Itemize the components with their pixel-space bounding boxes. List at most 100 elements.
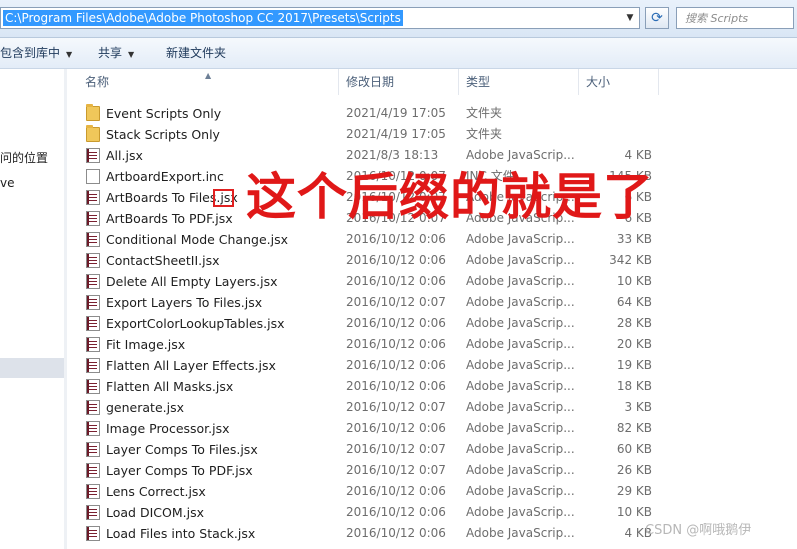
file-date: 2016/10/12 0:06 xyxy=(346,316,446,330)
search-input[interactable] xyxy=(685,10,785,26)
file-row[interactable]: ContactSheetII.jsx 2016/10/12 0:06 Adobe J… xyxy=(67,250,797,271)
share-button[interactable]: 共享 ▼ xyxy=(98,45,134,61)
search-box[interactable] xyxy=(676,7,794,29)
file-type: Adobe JavaScrip... xyxy=(466,232,575,246)
nav-item-drive[interactable]: ve xyxy=(0,174,14,192)
file-size: 64 KB xyxy=(616,295,652,309)
file-size: 19 KB xyxy=(616,358,652,372)
file-date: 2016/10/12 0:06 xyxy=(346,526,446,540)
file-row[interactable]: Layer Comps To PDF.jsx 2016/10/12 0:07 Ado… xyxy=(67,460,797,481)
file-row[interactable]: generate.jsx 2016/10/12 0:07 Adobe JavaScr… xyxy=(67,397,797,418)
file-row[interactable]: Delete All Empty Layers.jsx 2016/10/12 0:… xyxy=(67,271,797,292)
file-row[interactable]: Stack Scripts Only 2021/4/19 17:05 文件夹 xyxy=(67,124,797,145)
file-date: 2016/10/12 0:06 xyxy=(346,337,446,351)
jsx-script-icon xyxy=(86,358,100,373)
file-type: Adobe JavaScrip... xyxy=(466,400,575,414)
folder-icon xyxy=(86,104,100,121)
file-size: 26 KB xyxy=(616,463,652,477)
file-row[interactable]: Fit Image.jsx 2016/10/12 0:06 Adobe JavaSc… xyxy=(67,334,797,355)
nav-item-recent-places[interactable]: 问的位置 xyxy=(0,149,48,167)
file-date: 2016/10/12 0:07 xyxy=(346,442,446,456)
refresh-button[interactable]: ⟳ xyxy=(645,7,669,29)
file-name: Load Files into Stack.jsx xyxy=(106,526,256,541)
file-row[interactable]: Event Scripts Only 2021/4/19 17:05 文件夹 xyxy=(67,103,797,124)
column-type[interactable]: 类型 xyxy=(459,69,579,95)
file-size: 4 KB xyxy=(624,526,652,540)
file-size: 33 KB xyxy=(616,232,652,246)
jsx-script-icon xyxy=(86,316,100,331)
jsx-script-icon xyxy=(86,442,100,457)
jsx-script-icon xyxy=(86,484,100,499)
file-row[interactable]: Flatten All Layer Effects.jsx 2016/10/12 … xyxy=(67,355,797,376)
watermark: CSDN @啊哦鹅伊 xyxy=(645,523,752,538)
file-type: 文件夹 xyxy=(466,106,503,120)
annotation-text: 这个后缀的就是了 xyxy=(246,167,654,226)
file-date: 2016/10/12 0:06 xyxy=(346,253,446,267)
file-date: 2016/10/12 0:06 xyxy=(346,358,446,372)
jsx-script-icon xyxy=(86,232,100,247)
jsx-script-icon xyxy=(86,337,100,352)
file-name: Stack Scripts Only xyxy=(106,127,220,142)
file-row[interactable]: Load DICOM.jsx 2016/10/12 0:06 Adobe JavaS… xyxy=(67,502,797,523)
jsx-script-icon xyxy=(86,421,100,436)
file-size: 60 KB xyxy=(616,442,652,456)
file-size: 28 KB xyxy=(616,316,652,330)
file-row[interactable]: Lens Correct.jsx 2016/10/12 0:06 Adobe Jav… xyxy=(67,481,797,502)
address-path[interactable]: C:\Program Files\Adobe\Adobe Photoshop C… xyxy=(3,10,403,26)
share-label: 共享 xyxy=(98,46,123,60)
file-name: Event Scripts Only xyxy=(106,106,222,121)
file-name: Flatten All Layer Effects.jsx xyxy=(106,358,276,373)
include-in-library-button[interactable]: 包含到库中 ▼ xyxy=(0,45,72,61)
file-date: 2016/10/12 0:06 xyxy=(346,421,446,435)
file-name: Delete All Empty Layers.jsx xyxy=(106,274,278,289)
command-bar: 包含到库中 ▼ 共享 ▼ 新建文件夹 xyxy=(0,38,797,69)
file-row[interactable]: Conditional Mode Change.jsx 2016/10/12 0:… xyxy=(67,229,797,250)
jsx-script-icon xyxy=(86,505,100,520)
file-date: 2016/10/12 0:06 xyxy=(346,379,446,393)
jsx-script-icon xyxy=(86,190,100,205)
file-date: 2016/10/12 0:06 xyxy=(346,274,446,288)
file-size: 20 KB xyxy=(616,337,652,351)
sort-ascending-icon: ▲ xyxy=(205,71,212,80)
file-size: 82 KB xyxy=(616,421,652,435)
navigation-pane: 问的位置 ve xyxy=(0,69,67,549)
file-row[interactable]: Export Layers To Files.jsx 2016/10/12 0:0… xyxy=(67,292,797,313)
file-row[interactable]: Image Processor.jsx 2016/10/12 0:06 Adobe … xyxy=(67,418,797,439)
nav-item-selected[interactable] xyxy=(0,358,64,378)
jsx-script-icon xyxy=(86,148,100,163)
file-row[interactable]: Flatten All Masks.jsx 2016/10/12 0:06 Adob… xyxy=(67,376,797,397)
file-type: Adobe JavaScrip... xyxy=(466,253,575,267)
file-size: 29 KB xyxy=(616,484,652,498)
file-name: ExportColorLookupTables.jsx xyxy=(106,316,285,331)
file-name: ArtBoards To PDF.jsx xyxy=(106,211,233,226)
file-date: 2016/10/12 0:06 xyxy=(346,484,446,498)
file-type: Adobe JavaScrip... xyxy=(466,316,575,330)
file-type: Adobe JavaScrip... xyxy=(466,379,575,393)
file-row[interactable]: ExportColorLookupTables.jsx 2016/10/12 0:… xyxy=(67,313,797,334)
jsx-script-icon xyxy=(86,400,100,415)
file-name: Lens Correct.jsx xyxy=(106,484,206,499)
jsx-script-icon xyxy=(86,295,100,310)
column-date-modified[interactable]: 修改日期 xyxy=(339,69,459,95)
column-type-label: 类型 xyxy=(466,75,491,89)
chevron-down-icon[interactable]: ▼ xyxy=(623,11,637,25)
file-type: Adobe JavaScrip... xyxy=(466,148,575,162)
file-size: 342 KB xyxy=(609,253,652,267)
jsx-script-icon xyxy=(86,211,100,226)
jsx-script-icon xyxy=(86,463,100,478)
document-icon xyxy=(86,169,100,184)
file-row[interactable]: All.jsx 2021/8/3 18:13 Adobe JavaScrip... 4… xyxy=(67,145,797,166)
file-date: 2016/10/12 0:07 xyxy=(346,295,446,309)
address-bar[interactable]: C:\Program Files\Adobe\Adobe Photoshop C… xyxy=(0,7,640,29)
file-row[interactable]: Layer Comps To Files.jsx 2016/10/12 0:07 A… xyxy=(67,439,797,460)
file-date: 2016/10/12 0:06 xyxy=(346,232,446,246)
new-folder-button[interactable]: 新建文件夹 xyxy=(166,45,226,61)
file-size: 10 KB xyxy=(616,505,652,519)
file-type: Adobe JavaScrip... xyxy=(466,526,575,540)
column-size[interactable]: 大小 xyxy=(579,69,659,95)
chevron-down-icon: ▼ xyxy=(66,50,73,59)
file-type: Adobe JavaScrip... xyxy=(466,358,575,372)
column-name[interactable]: ▲ 名称 xyxy=(67,69,339,95)
file-name: Flatten All Masks.jsx xyxy=(106,379,234,394)
file-size: 18 KB xyxy=(616,379,652,393)
